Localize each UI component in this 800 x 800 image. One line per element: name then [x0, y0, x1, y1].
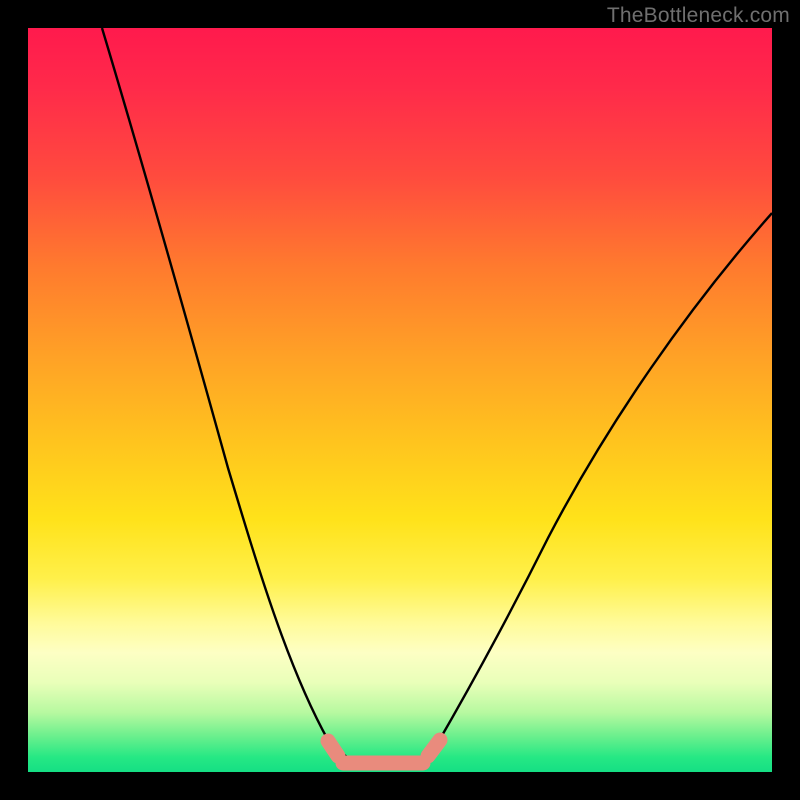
- watermark-text: TheBottleneck.com: [607, 4, 790, 28]
- flat-segment: [328, 740, 440, 763]
- outer-frame: TheBottleneck.com: [0, 0, 800, 800]
- plot-area: [28, 28, 772, 772]
- curve-line: [102, 28, 772, 768]
- chart-svg: [28, 28, 772, 772]
